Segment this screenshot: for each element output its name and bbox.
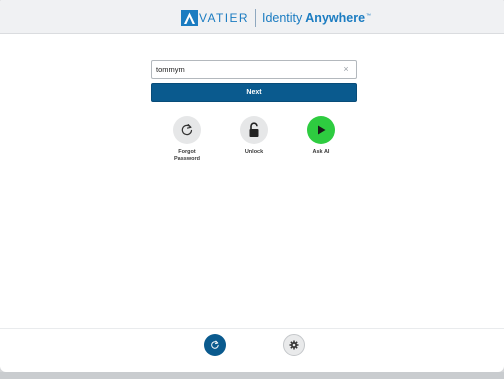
next-button[interactable]: Next (151, 83, 357, 102)
footer-refresh-button[interactable] (204, 334, 226, 356)
avatier-logo-icon (181, 10, 198, 26)
forgot-password-label: Forgot Password (174, 149, 200, 162)
username-input[interactable] (152, 61, 336, 78)
header: VATIER Identity Anywhere ™ (0, 0, 504, 34)
refresh-icon (211, 340, 219, 349)
unlock-label: Unlock (244, 149, 264, 155)
gear-icon (289, 340, 299, 350)
ask-ai-button[interactable]: Ask AI (291, 116, 351, 156)
brand-divider (254, 9, 256, 27)
brand-logo: VATIER Identity Anywhere ™ (181, 9, 372, 27)
brand-tagline-bold: Anywhere (305, 11, 366, 25)
app-window: VATIER Identity Anywhere ™ × Next Forgot… (0, 0, 504, 372)
play-icon (307, 116, 335, 144)
brand-name: VATIER (199, 11, 249, 25)
footer-settings-button[interactable] (283, 334, 305, 356)
username-field[interactable]: × (151, 60, 357, 79)
window-bottom-edge (0, 372, 504, 379)
refresh-icon (173, 116, 201, 144)
ask-ai-label: Ask AI (312, 149, 330, 155)
unlocked-padlock-icon (240, 116, 268, 144)
footer-divider (0, 328, 504, 329)
clear-icon[interactable]: × (341, 64, 351, 75)
unlock-button[interactable]: Unlock (224, 116, 284, 156)
trademark: ™ (366, 13, 372, 19)
forgot-password-button[interactable]: Forgot Password (157, 116, 217, 163)
brand-tagline-light: Identity (261, 11, 303, 25)
